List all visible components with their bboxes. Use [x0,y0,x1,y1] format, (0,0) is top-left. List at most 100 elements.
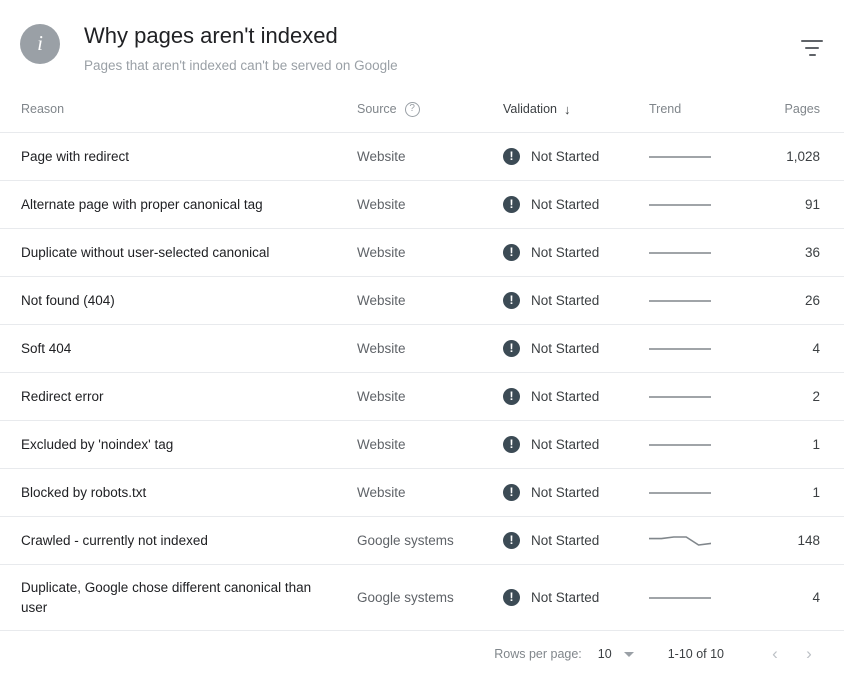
cell-pages: 91 [804,197,820,212]
previous-page-button[interactable]: ‹ [758,637,792,671]
table-row[interactable]: Not found (404) Website! Not Started 26 [0,276,844,324]
cell-pages: 36 [804,245,820,260]
table-row[interactable]: Alternate page with proper canonical tag… [0,180,844,228]
cell-source: Website [357,149,406,164]
cell-trend [649,246,759,260]
cell-validation: ! Not Started [503,148,649,165]
info-icon: i [20,24,60,64]
cell-source: Website [357,245,406,260]
table-row[interactable]: Soft 404 Website! Not Started 4 [0,324,844,372]
indexing-reasons-table: Reason Source ? Validation ↓ Trend Pages… [0,86,844,630]
cell-reason: Excluded by 'noindex' tag [21,436,174,452]
pagination-range-label: 1-10 of 10 [667,647,724,661]
next-page-button[interactable]: › [792,637,826,671]
table-row[interactable]: Blocked by robots.txt Website! Not Started… [0,468,844,516]
exclamation-glyph: ! [509,245,514,259]
cell-validation: ! Not Started [503,532,649,549]
info-icon-glyph: i [37,30,43,55]
cell-validation: ! Not Started [503,244,649,261]
cell-pages: 1,028 [786,149,820,164]
validation-status-text: Not Started [531,197,600,212]
column-header-trend[interactable]: Trend [649,102,759,116]
help-circle-icon[interactable]: ? [404,101,420,117]
exclamation-glyph: ! [509,149,514,163]
trend-sparkline [649,534,711,548]
column-header-source[interactable]: Source ? [357,101,503,117]
rows-per-page-select[interactable]: 10 [598,647,634,661]
exclamation-circle-icon: ! [503,340,520,357]
column-header-validation-label: Validation [503,102,557,116]
cell-pages: 26 [804,293,820,308]
cell-trend [649,198,759,212]
cell-reason: Duplicate, Google chose different canoni… [21,579,312,615]
table-row[interactable]: Page with redirect Website! Not Started 1,0… [0,132,844,180]
cell-source: Website [357,485,406,500]
trend-sparkline [649,591,711,605]
cell-reason: Redirect error [21,388,104,404]
cell-source: Website [357,197,406,212]
page-title: Why pages aren't indexed [84,23,338,48]
table-row[interactable]: Duplicate, Google chose different canoni… [0,564,844,630]
cell-validation: ! Not Started [503,484,649,501]
exclamation-glyph: ! [509,293,514,307]
table-row[interactable]: Excluded by 'noindex' tag Website! Not Sta… [0,420,844,468]
validation-status-text: Not Started [531,437,600,452]
exclamation-circle-icon: ! [503,196,520,213]
validation-status-text: Not Started [531,590,600,605]
exclamation-glyph: ! [509,197,514,211]
exclamation-circle-icon: ! [503,292,520,309]
exclamation-circle-icon: ! [503,484,520,501]
cell-trend [649,438,759,452]
cell-source: Google systems [357,590,454,605]
cell-reason: Alternate page with proper canonical tag [21,196,263,212]
column-header-source-label: Source [357,102,397,116]
cell-validation: ! Not Started [503,196,649,213]
cell-validation: ! Not Started [503,436,649,453]
exclamation-glyph: ! [509,533,514,547]
cell-validation: ! Not Started [503,292,649,309]
cell-pages: 4 [812,341,820,356]
trend-sparkline [649,438,711,452]
exclamation-circle-icon: ! [503,244,520,261]
column-header-pages[interactable]: Pages [759,102,820,116]
cell-pages: 2 [812,389,820,404]
validation-status-text: Not Started [531,389,600,404]
cell-trend [649,486,759,500]
cell-source: Website [357,293,406,308]
table-row[interactable]: Duplicate without user-selected canonica… [0,228,844,276]
validation-status-text: Not Started [531,245,600,260]
column-header-trend-label: Trend [649,102,682,116]
validation-status-text: Not Started [531,485,600,500]
table-body: Page with redirect Website! Not Started 1,0… [0,132,844,630]
filter-list-icon [801,40,823,56]
validation-status-text: Not Started [531,533,600,548]
column-header-validation[interactable]: Validation ↓ [503,102,649,116]
trend-sparkline [649,486,711,500]
cell-source: Google systems [357,533,454,548]
cell-pages: 1 [812,437,820,452]
trend-sparkline [649,246,711,260]
exclamation-glyph: ! [509,485,514,499]
validation-status-text: Not Started [531,293,600,308]
cell-reason: Blocked by robots.txt [21,484,147,500]
trend-sparkline [649,294,711,308]
exclamation-circle-icon: ! [503,589,520,606]
cell-reason: Crawled - currently not indexed [21,532,208,548]
table-row[interactable]: Crawled - currently not indexed Google sy… [0,516,844,564]
page-subtitle: Pages that aren't indexed can't be serve… [84,58,398,73]
cell-source: Website [357,341,406,356]
rows-per-page-label: Rows per page: [494,647,582,661]
trend-sparkline [649,150,711,164]
filter-button[interactable] [794,30,830,66]
table-row[interactable]: Redirect error Website! Not Started 2 [0,372,844,420]
cell-validation: ! Not Started [503,589,649,606]
table-header-row: Reason Source ? Validation ↓ Trend Pages [0,86,844,132]
column-header-reason[interactable]: Reason [21,102,357,116]
trend-sparkline [649,342,711,356]
cell-reason: Duplicate without user-selected canonica… [21,244,270,260]
column-header-pages-label: Pages [784,102,820,116]
exclamation-circle-icon: ! [503,532,520,549]
cell-trend [649,150,759,164]
column-header-reason-label: Reason [21,102,65,116]
sort-descending-icon[interactable]: ↓ [564,103,571,116]
